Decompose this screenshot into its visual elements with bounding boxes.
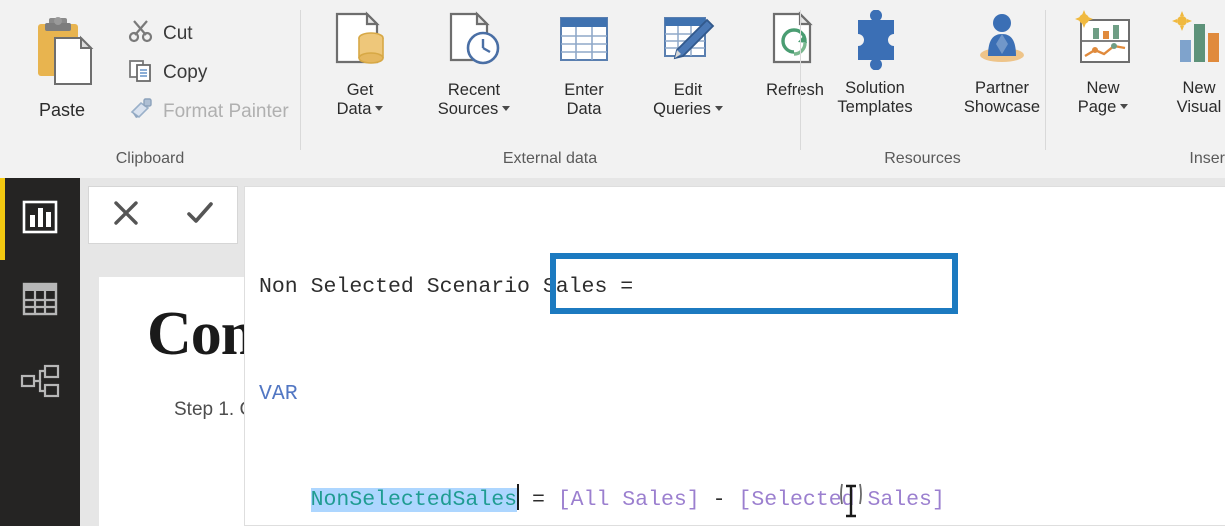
cancel-button[interactable] [98,192,154,238]
code-token: VAR [259,381,298,406]
format-painter-label: Format Painter [163,100,289,122]
sidebar-item-model-view[interactable] [0,342,80,424]
get-data-text: Get Data [336,81,374,118]
puzzle-piece-icon [844,9,906,75]
dax-code[interactable]: Non Selected Scenario Sales = VAR NonSel… [259,199,1136,525]
new-visual-button[interactable]: New Visual [1151,6,1225,117]
get-data-icon [329,10,391,77]
edit-queries-text: Edit Queries [653,81,711,118]
external-data-group-label: External data [502,150,598,167]
model-relationships-icon [20,364,60,403]
ribbon-group-external-data: Get Data Recent Sources Enter Data Edit … [300,0,824,178]
new-visual-label: New Visual [1176,79,1222,116]
get-data-label: Get Data [337,81,384,119]
recent-sources-text: Recent Sources [437,81,501,118]
ribbon-group-resources: Solution Templates Partner Showcase Reso… [800,0,1045,178]
new-visual-bars-icon [1168,10,1225,75]
commit-button[interactable] [172,192,228,238]
code-token: Non Selected Scenario Sales = [259,275,634,299]
code-line: VAR [259,377,1136,413]
paste-button[interactable]: Paste [0,6,124,120]
get-data-button[interactable]: Get Data [308,6,412,119]
power-bi-desktop-window: Paste Cut Copy Format Painter Clipboard … [0,0,1225,526]
code-token: - [699,488,739,512]
recent-sources-clock-icon [443,10,505,77]
chevron-down-icon[interactable] [502,106,511,112]
edit-queries-pencil-icon [657,10,719,77]
ribbon-group-clipboard: Paste Cut Copy Format Painter Clipboard [0,0,300,178]
paste-clipboard-icon [29,14,95,93]
commit-check-icon [185,198,215,233]
enter-data-table-icon [553,10,615,77]
code-line: NonSelectedSales = [All Sales] - [Select… [259,483,1136,519]
format-painter-button[interactable]: Format Painter [124,94,293,129]
sidebar-item-report-view[interactable] [0,178,80,260]
dax-formula-editor[interactable]: Non Selected Scenario Sales = VAR NonSel… [244,186,1225,526]
data-table-grid-icon [21,281,59,322]
report-heading: Con [147,300,255,368]
ribbon: Paste Cut Copy Format Painter Clipboard … [0,0,1225,179]
recent-sources-label: Recent Sources [438,81,511,119]
cancel-x-icon [111,198,141,233]
new-page-button[interactable]: New Page [1055,6,1151,117]
code-token: [Selected Sales] [738,488,945,512]
edit-queries-label: Edit Queries [653,81,723,119]
clipboard-group-label: Clipboard [115,150,185,167]
scissors-icon [128,18,154,49]
partner-person-icon [971,10,1033,75]
chevron-down-icon[interactable] [714,106,723,112]
copy-label: Copy [163,61,208,83]
solution-templates-button[interactable]: Solution Templates [810,6,940,117]
ribbon-group-insert: New Page New Visual Inser [1045,0,1225,178]
copy-button[interactable]: Copy [124,55,293,90]
view-switcher-sidebar [0,178,80,526]
insert-group-label: Inser [1189,150,1225,167]
new-page-label: New Page [1078,79,1129,117]
recent-sources-button[interactable]: Recent Sources [412,6,536,119]
code-line: Non Selected Scenario Sales = [259,270,1136,306]
edit-queries-button[interactable]: Edit Queries [632,6,744,119]
resources-group-label: Resources [884,150,961,167]
enter-data-button[interactable]: Enter Data [536,6,632,119]
copy-pages-icon [128,57,154,88]
chevron-down-icon[interactable] [375,106,384,112]
new-page-text: New Page [1077,79,1120,116]
code-token: = [519,488,558,512]
ribbon-groups: Paste Cut Copy Format Painter Clipboard … [0,0,1225,178]
solution-templates-label: Solution Templates [837,79,913,116]
new-page-icon [1071,10,1135,75]
paste-label: Paste [38,100,86,120]
enter-data-label: Enter Data [564,81,604,118]
selected-variable-name: NonSelectedSales [310,488,518,512]
report-step-text: Step 1. C [174,399,254,420]
report-bar-chart-icon [21,198,59,241]
chevron-down-icon[interactable] [1120,104,1129,110]
formula-bar-actions [88,186,238,244]
sidebar-item-data-view[interactable] [0,260,80,342]
partner-showcase-label: Partner Showcase [963,79,1041,116]
code-token: [All Sales] [557,488,700,512]
cut-label: Cut [163,22,193,44]
cut-button[interactable]: Cut [124,16,293,51]
format-painter-brush-icon [128,96,154,127]
